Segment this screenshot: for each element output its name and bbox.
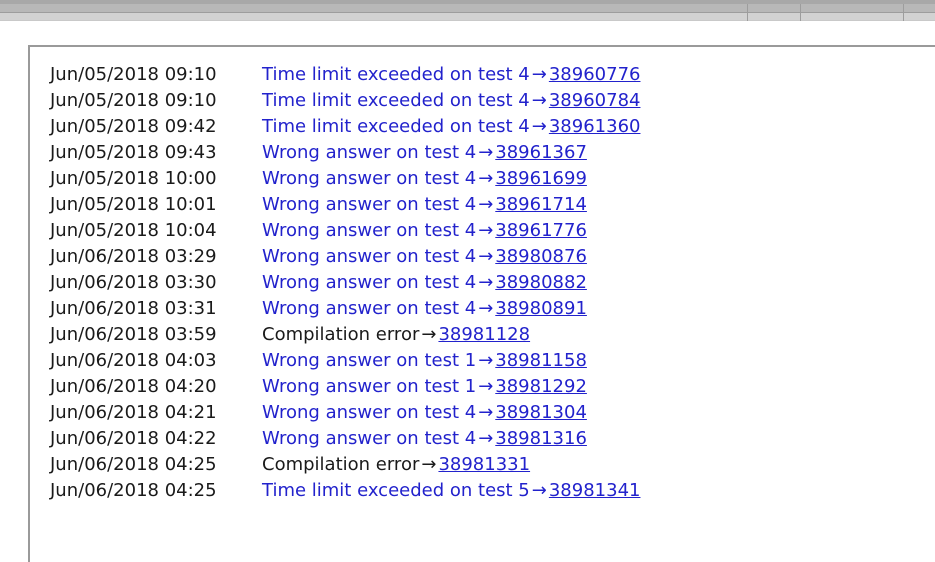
submission-row: Jun/05/2018 09:43 Wrong answer on test 4 →… bbox=[50, 140, 910, 166]
submission-id-link[interactable]: 38981292 bbox=[495, 376, 587, 397]
submission-verdict: Wrong answer on test 4 bbox=[262, 220, 477, 241]
submission-datetime: Jun/06/2018 04:25 bbox=[50, 454, 217, 475]
submission-id-link[interactable]: 38961776 bbox=[495, 220, 587, 241]
submission-id-link[interactable]: 38981341 bbox=[549, 480, 641, 501]
submission-verdict: Wrong answer on test 4 bbox=[262, 402, 477, 423]
submission-row: Jun/06/2018 04:25 Time limit exceeded on … bbox=[50, 478, 910, 504]
submission-row: Jun/06/2018 04:25 Compilation error → 38981… bbox=[50, 452, 910, 478]
submission-id-link[interactable]: 38980876 bbox=[495, 246, 587, 267]
submission-verdict: Compilation error bbox=[262, 454, 420, 475]
submission-verdict: Wrong answer on test 4 bbox=[262, 142, 477, 163]
arrow-icon: → bbox=[478, 350, 494, 371]
arrow-icon: → bbox=[531, 480, 547, 501]
submission-verdict: Time limit exceeded on test 4 bbox=[262, 90, 530, 111]
submission-row: Jun/06/2018 04:03 Wrong answer on test 1 →… bbox=[50, 348, 910, 374]
chrome-cell-divider-2 bbox=[800, 4, 801, 21]
content-panel: Jun/05/2018 09:10 Time limit exceeded on … bbox=[28, 45, 935, 562]
chrome-band-light bbox=[0, 13, 935, 20]
chrome-band-mid bbox=[0, 4, 935, 12]
submission-row: Jun/06/2018 04:20 Wrong answer on test 1 →… bbox=[50, 374, 910, 400]
arrow-icon: → bbox=[478, 168, 494, 189]
submission-datetime: Jun/06/2018 03:30 bbox=[50, 272, 217, 293]
submission-id-link[interactable]: 38961367 bbox=[495, 142, 587, 163]
submission-id-link[interactable]: 38961699 bbox=[495, 168, 587, 189]
submission-row: Jun/06/2018 03:30 Wrong answer on test 4 →… bbox=[50, 270, 910, 296]
submission-datetime: Jun/06/2018 04:21 bbox=[50, 402, 217, 423]
submission-row: Jun/05/2018 09:10 Time limit exceeded on … bbox=[50, 62, 910, 88]
arrow-icon: → bbox=[478, 246, 494, 267]
submission-verdict: Time limit exceeded on test 4 bbox=[262, 64, 530, 85]
arrow-icon: → bbox=[478, 272, 494, 293]
submission-verdict: Time limit exceeded on test 4 bbox=[262, 116, 530, 137]
arrow-icon: → bbox=[531, 116, 547, 137]
arrow-icon: → bbox=[531, 90, 547, 111]
submission-verdict: Compilation error bbox=[262, 324, 420, 345]
arrow-icon: → bbox=[478, 194, 494, 215]
submission-id-link[interactable]: 38961360 bbox=[549, 116, 641, 137]
submission-id-link[interactable]: 38960784 bbox=[549, 90, 641, 111]
submission-id-link[interactable]: 38981331 bbox=[438, 454, 530, 475]
submission-datetime: Jun/05/2018 09:10 bbox=[50, 64, 217, 85]
submission-datetime: Jun/05/2018 10:01 bbox=[50, 194, 217, 215]
chrome-cell-divider-1 bbox=[747, 4, 748, 21]
submission-id-link[interactable]: 38980891 bbox=[495, 298, 587, 319]
submission-verdict: Wrong answer on test 4 bbox=[262, 194, 477, 215]
arrow-icon: → bbox=[478, 298, 494, 319]
chrome-cell-divider-3 bbox=[903, 4, 904, 21]
submission-verdict: Wrong answer on test 4 bbox=[262, 298, 477, 319]
submission-row: Jun/05/2018 10:04 Wrong answer on test 4 →… bbox=[50, 218, 910, 244]
submission-row: Jun/05/2018 09:42 Time limit exceeded on … bbox=[50, 114, 910, 140]
arrow-icon: → bbox=[478, 142, 494, 163]
submission-row: Jun/06/2018 03:59 Compilation error → 38981… bbox=[50, 322, 910, 348]
submission-verdict: Wrong answer on test 4 bbox=[262, 246, 477, 267]
submission-id-link[interactable]: 38981128 bbox=[438, 324, 530, 345]
submission-row: Jun/05/2018 09:10 Time limit exceeded on … bbox=[50, 88, 910, 114]
submission-datetime: Jun/05/2018 10:04 bbox=[50, 220, 217, 241]
submission-datetime: Jun/05/2018 10:00 bbox=[50, 168, 217, 189]
submission-verdict: Wrong answer on test 1 bbox=[262, 350, 477, 371]
arrow-icon: → bbox=[478, 376, 494, 397]
submission-datetime: Jun/06/2018 04:03 bbox=[50, 350, 217, 371]
submission-row: Jun/06/2018 03:29 Wrong answer on test 4 →… bbox=[50, 244, 910, 270]
submission-datetime: Jun/06/2018 03:31 bbox=[50, 298, 217, 319]
submission-datetime: Jun/05/2018 09:43 bbox=[50, 142, 217, 163]
submission-id-link[interactable]: 38961714 bbox=[495, 194, 587, 215]
submission-id-link[interactable]: 38981316 bbox=[495, 428, 587, 449]
submission-datetime: Jun/05/2018 09:10 bbox=[50, 90, 217, 111]
submission-row: Jun/06/2018 04:21 Wrong answer on test 4 →… bbox=[50, 400, 910, 426]
chrome-band-edge bbox=[0, 20, 935, 21]
submission-datetime: Jun/05/2018 09:42 bbox=[50, 116, 217, 137]
submission-verdict: Time limit exceeded on test 5 bbox=[262, 480, 530, 501]
submission-row: Jun/06/2018 03:31 Wrong answer on test 4 →… bbox=[50, 296, 910, 322]
submission-verdict: Wrong answer on test 4 bbox=[262, 272, 477, 293]
arrow-icon: → bbox=[421, 324, 437, 345]
submission-verdict: Wrong answer on test 4 bbox=[262, 428, 477, 449]
arrow-icon: → bbox=[421, 454, 437, 475]
submission-row: Jun/05/2018 10:01 Wrong answer on test 4 →… bbox=[50, 192, 910, 218]
submission-row: Jun/05/2018 10:00 Wrong answer on test 4 →… bbox=[50, 166, 910, 192]
submission-datetime: Jun/06/2018 03:29 bbox=[50, 246, 217, 267]
submission-datetime: Jun/06/2018 03:59 bbox=[50, 324, 217, 345]
arrow-icon: → bbox=[478, 220, 494, 241]
submissions-list: Jun/05/2018 09:10 Time limit exceeded on … bbox=[50, 62, 910, 504]
submission-datetime: Jun/06/2018 04:22 bbox=[50, 428, 217, 449]
submission-id-link[interactable]: 38981158 bbox=[495, 350, 587, 371]
submission-datetime: Jun/06/2018 04:20 bbox=[50, 376, 217, 397]
submission-datetime: Jun/06/2018 04:25 bbox=[50, 480, 217, 501]
arrow-icon: → bbox=[531, 64, 547, 85]
submission-id-link[interactable]: 38981304 bbox=[495, 402, 587, 423]
browser-top-chrome bbox=[0, 0, 935, 22]
submission-row: Jun/06/2018 04:22 Wrong answer on test 4 →… bbox=[50, 426, 910, 452]
submission-id-link[interactable]: 38980882 bbox=[495, 272, 587, 293]
submission-verdict: Wrong answer on test 1 bbox=[262, 376, 477, 397]
arrow-icon: → bbox=[478, 428, 494, 449]
submission-id-link[interactable]: 38960776 bbox=[549, 64, 641, 85]
arrow-icon: → bbox=[478, 402, 494, 423]
submission-verdict: Wrong answer on test 4 bbox=[262, 168, 477, 189]
